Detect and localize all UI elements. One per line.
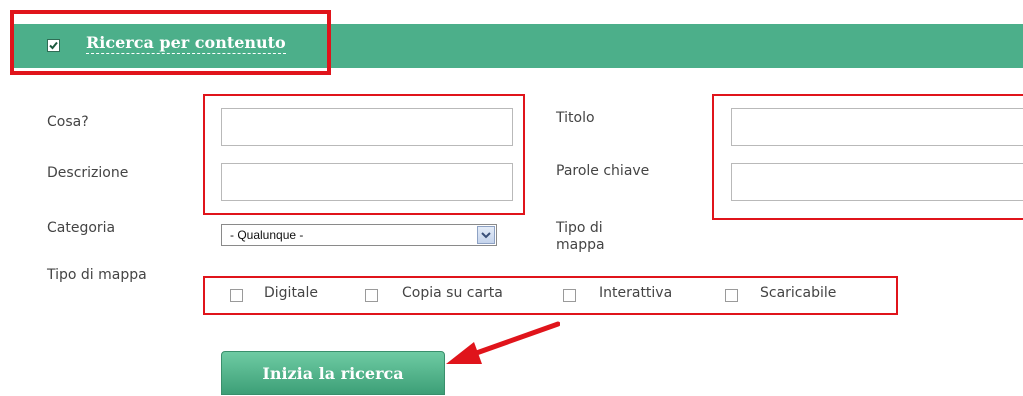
chevron-down-icon xyxy=(481,232,491,239)
label-categoria: Categoria xyxy=(47,220,116,236)
highlight-box-header xyxy=(10,10,331,75)
arrow-annotation-icon xyxy=(446,321,560,364)
label-tipo-di-mappa: Tipo di mappa xyxy=(47,267,147,283)
label-parole-chiave: Parole chiave xyxy=(556,163,650,179)
highlight-box-checkboxes xyxy=(203,276,898,315)
label-titolo: Titolo xyxy=(556,110,595,126)
categoria-select[interactable]: - Qualunque - xyxy=(221,224,497,246)
label-descrizione: Descrizione xyxy=(47,165,129,181)
dropdown-arrow[interactable] xyxy=(477,226,495,244)
search-button[interactable]: Inizia la ricerca xyxy=(221,351,445,395)
categoria-selected-value: - Qualunque - xyxy=(230,228,304,242)
label-tipo-di-mappa-right: Tipo di mappa xyxy=(556,220,605,253)
highlight-box-right-inputs xyxy=(712,94,1023,220)
label-cosa: Cosa? xyxy=(47,114,89,130)
highlight-box-left-inputs xyxy=(203,94,525,215)
